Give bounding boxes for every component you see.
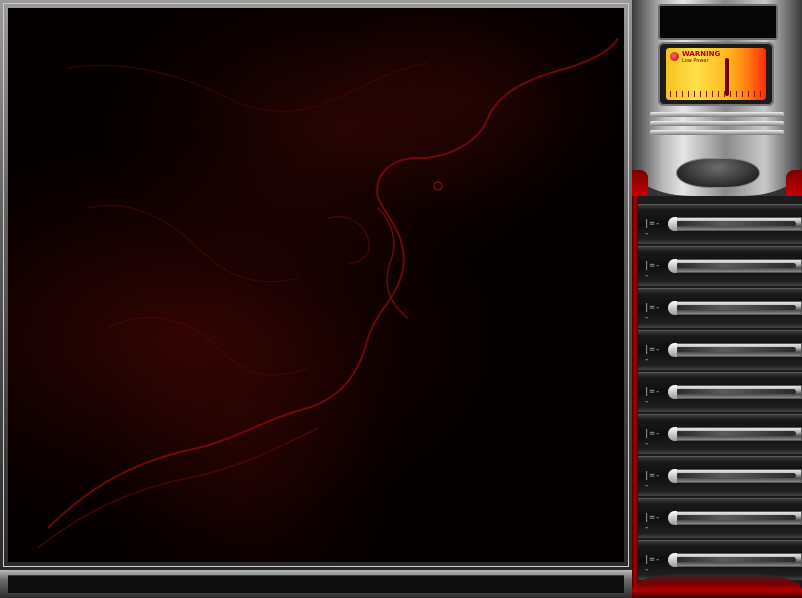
power-meter-screen: WARNING Low Power bbox=[666, 48, 766, 100]
build-slot[interactable]: |=-- bbox=[638, 204, 802, 244]
slot-handle-cap bbox=[668, 343, 677, 357]
slot-indicator-icon: |=-- bbox=[644, 219, 661, 239]
slot-handle[interactable] bbox=[668, 259, 802, 273]
build-slot[interactable]: |=-- bbox=[638, 246, 802, 286]
slot-indicator-icon: |=-- bbox=[644, 429, 661, 449]
radar-toggle-button[interactable] bbox=[676, 158, 760, 188]
sidebar-trim-left bbox=[632, 170, 648, 196]
game-screen: WARNING Low Power |=-- |=-- |=-- |=-- |=-- |=… bbox=[0, 0, 802, 598]
slot-indicator-icon: |=-- bbox=[644, 303, 661, 323]
status-text bbox=[8, 575, 624, 593]
radar-housing: WARNING Low Power bbox=[632, 0, 802, 196]
slot-handle-cap bbox=[668, 469, 677, 483]
sidebar-trim-right bbox=[786, 170, 802, 196]
slot-handle-cap bbox=[668, 301, 677, 315]
slot-indicator-icon: |=-- bbox=[644, 387, 661, 407]
slot-handle[interactable] bbox=[668, 301, 802, 315]
warning-light-icon bbox=[670, 52, 679, 61]
slot-handle[interactable] bbox=[668, 469, 802, 483]
build-slot[interactable]: |=-- bbox=[638, 456, 802, 496]
slot-indicator-icon: |=-- bbox=[644, 513, 661, 533]
build-slot[interactable]: |=-- bbox=[638, 414, 802, 454]
build-slot[interactable]: |=-- bbox=[638, 288, 802, 328]
slot-handle[interactable] bbox=[668, 385, 802, 399]
slot-handle-cap bbox=[668, 217, 677, 231]
slot-indicator-icon: |=-- bbox=[644, 555, 661, 575]
slot-handle-cap bbox=[668, 385, 677, 399]
map-frame bbox=[0, 0, 632, 570]
slot-indicator-icon: |=-- bbox=[644, 471, 661, 491]
slot-handle-cap bbox=[668, 553, 677, 567]
status-bar bbox=[0, 570, 632, 598]
build-slot-list: |=-- |=-- |=-- |=-- |=-- |=-- |=-- |=-- |=-- bbox=[638, 196, 802, 598]
slot-handle[interactable] bbox=[668, 553, 802, 567]
warning-title: WARNING bbox=[682, 50, 721, 58]
slot-indicator-icon: |=-- bbox=[644, 261, 661, 281]
vent-slat bbox=[650, 130, 784, 135]
radar-display bbox=[658, 4, 778, 40]
slot-handle[interactable] bbox=[668, 343, 802, 357]
tactical-map-view[interactable] bbox=[8, 8, 624, 562]
slot-handle[interactable] bbox=[668, 217, 802, 231]
slot-handle-cap bbox=[668, 511, 677, 525]
slot-indicator-icon: |=-- bbox=[644, 345, 661, 365]
sidebar-bottom-trim bbox=[632, 574, 802, 598]
warning-subtitle: Low Power bbox=[682, 58, 709, 64]
vent-slat bbox=[650, 112, 784, 117]
slot-handle[interactable] bbox=[668, 427, 802, 441]
build-slot[interactable]: |=-- bbox=[638, 498, 802, 538]
build-slot[interactable]: |=-- bbox=[638, 372, 802, 412]
command-sidebar: WARNING Low Power |=-- |=-- |=-- |=-- |=-- |=… bbox=[632, 0, 802, 598]
vent-slat bbox=[650, 121, 784, 126]
slot-handle-cap bbox=[668, 427, 677, 441]
terrain-outline bbox=[37, 37, 619, 549]
power-warning-panel: WARNING Low Power bbox=[658, 42, 774, 106]
slot-handle-cap bbox=[668, 259, 677, 273]
power-scale bbox=[670, 91, 762, 97]
build-slot[interactable]: |=-- bbox=[638, 330, 802, 370]
slot-handle[interactable] bbox=[668, 511, 802, 525]
